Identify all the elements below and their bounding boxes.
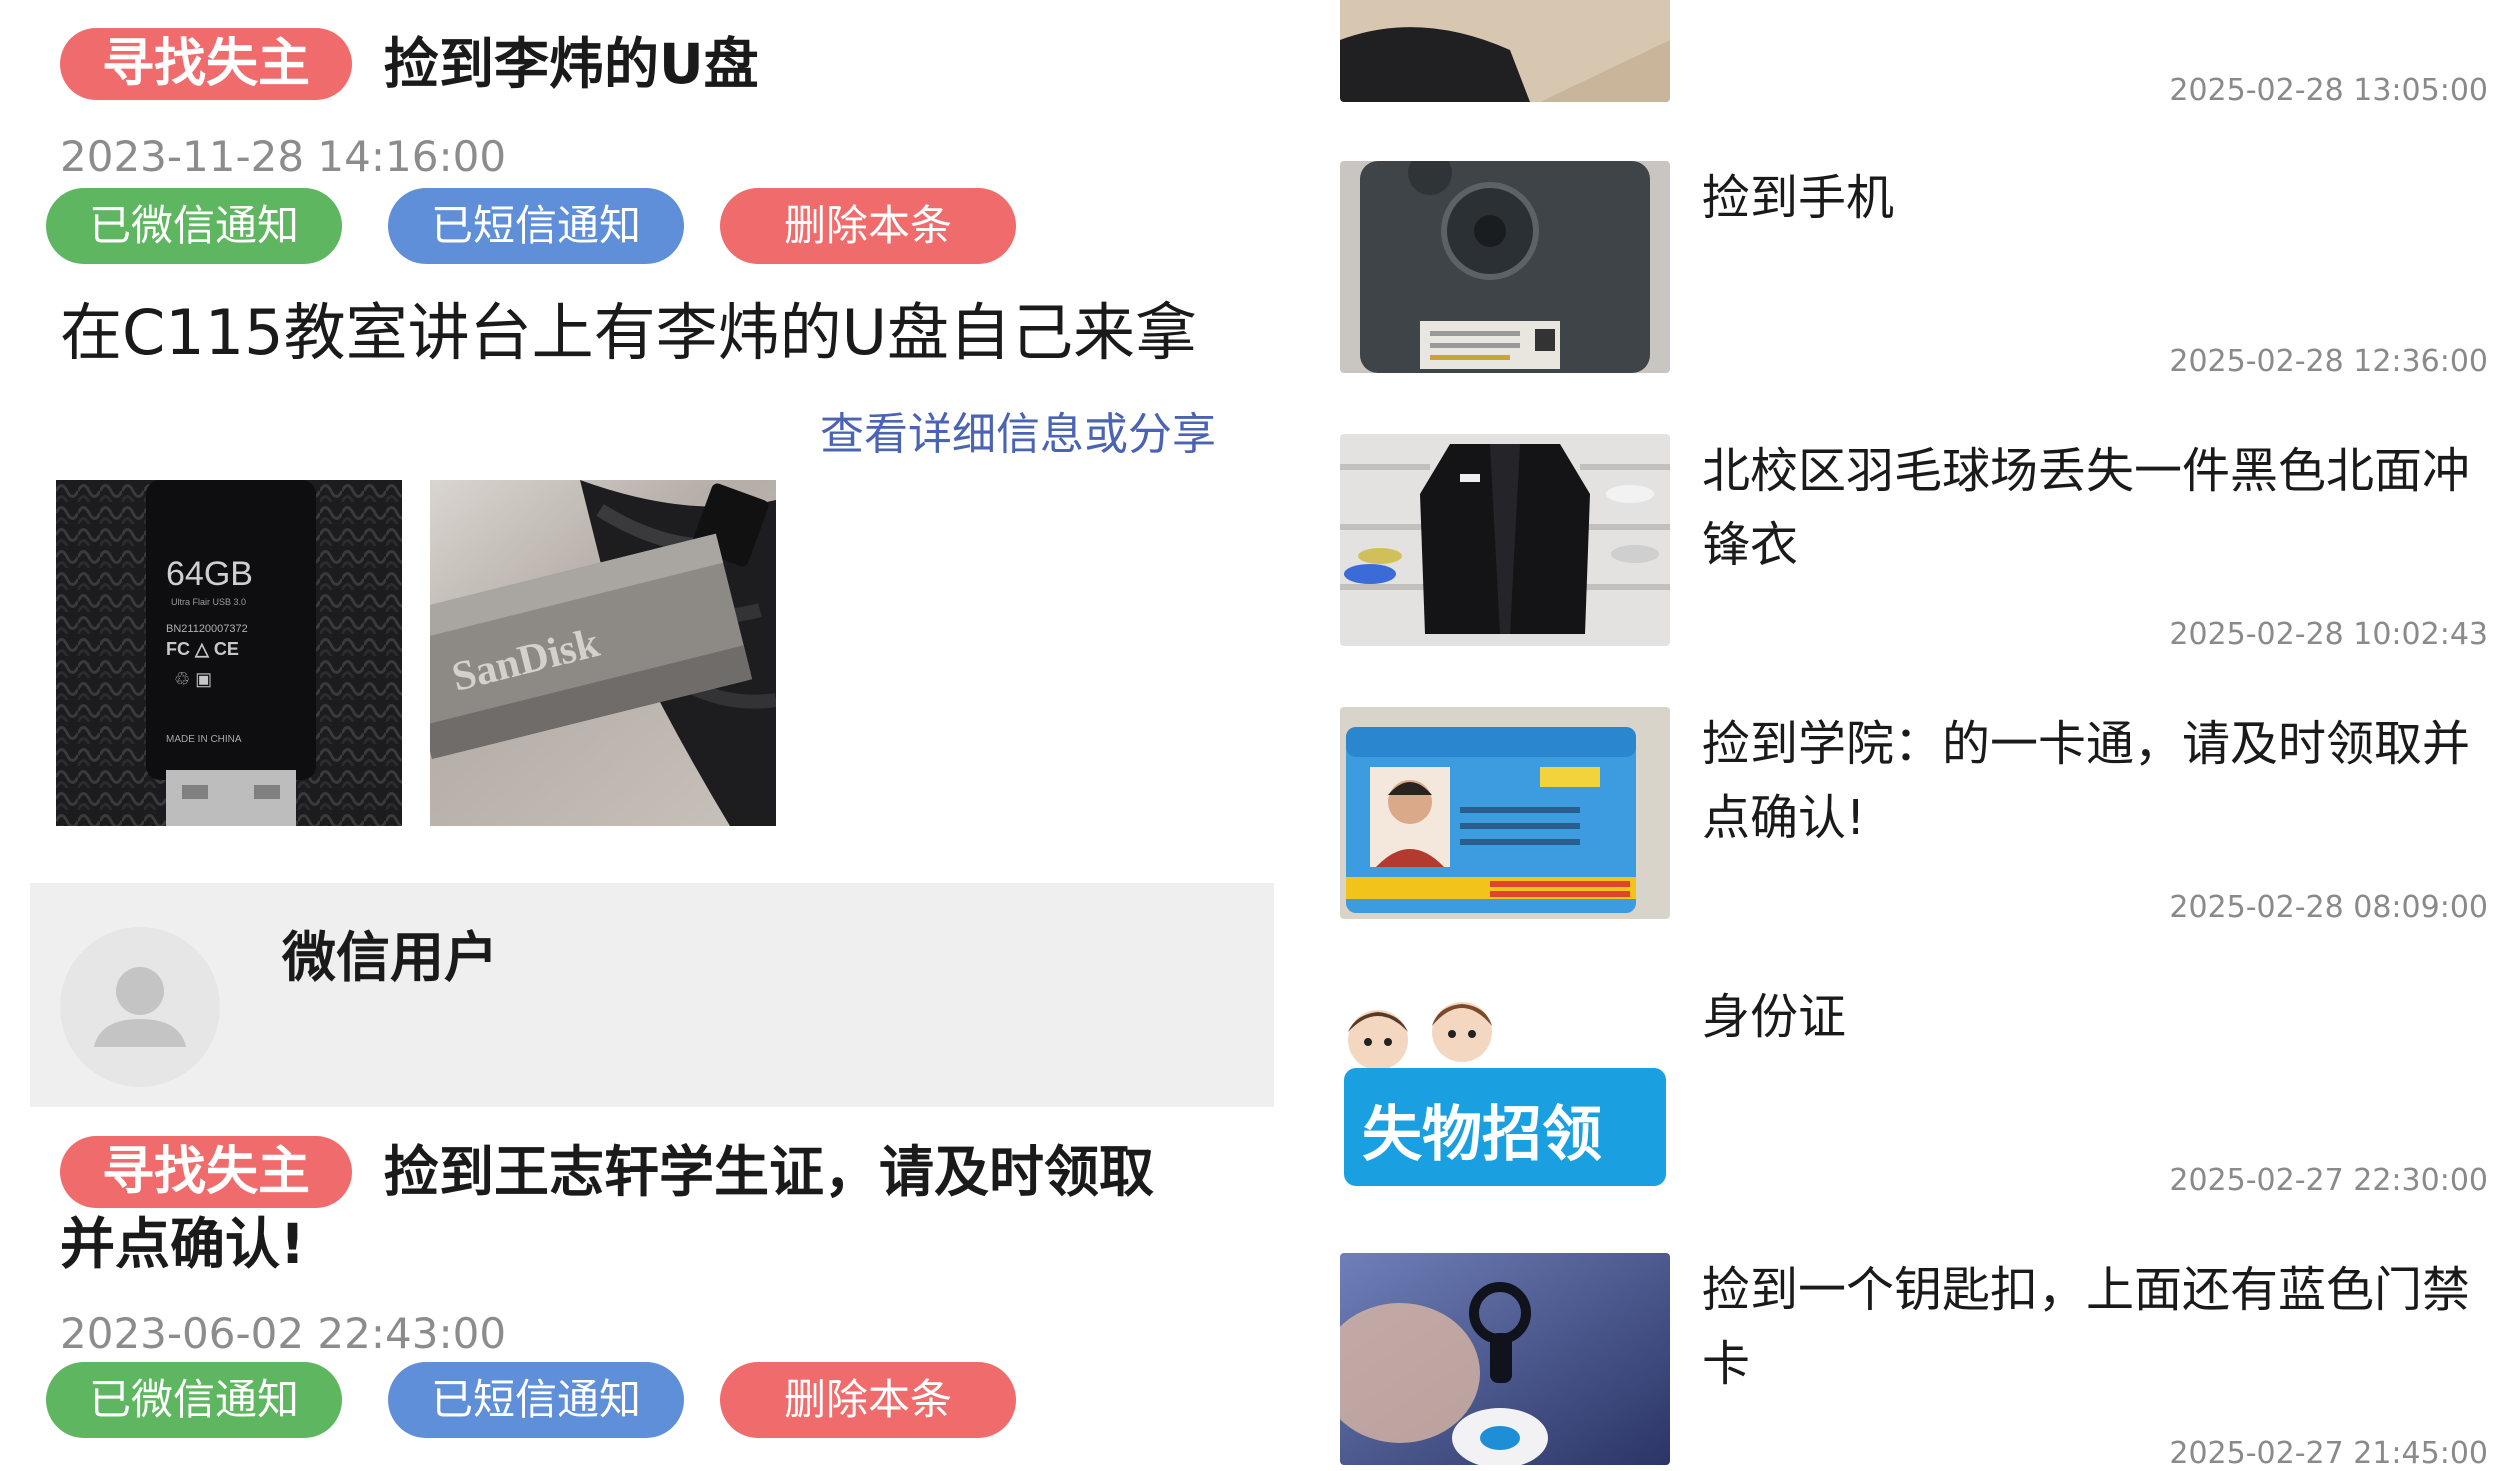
sandisk-usb-photo[interactable]: SanDisk bbox=[430, 480, 776, 826]
post-list: 寻找失主 捡到李炜的U盘 2023-11-28 14:16:00 已微信通知 已短… bbox=[0, 0, 1290, 1440]
post-title[interactable]: 捡到李炜的U盘 bbox=[384, 32, 759, 96]
user-name: 微信用户 bbox=[282, 926, 498, 989]
svg-text:FC △ CE: FC △ CE bbox=[166, 639, 239, 659]
default-avatar-icon bbox=[60, 927, 220, 1087]
item-photo bbox=[1340, 0, 1670, 102]
list-item[interactable]: 捡到一个钥匙扣，上面还有蓝色门禁卡 2025-02-27 21:45:00 bbox=[1340, 1253, 2508, 1471]
item-title: 北校区羽毛球场丢失一件黑色北面冲锋衣 bbox=[1702, 443, 2471, 573]
list-item[interactable]: 捡到学院：的一卡通，请及时领取并点确认! 2025-02-28 08:09:00 bbox=[1340, 707, 2508, 925]
user-card[interactable]: 微信用户 bbox=[30, 883, 1274, 1107]
post-header[interactable]: 寻找失主 捡到王志轩学生证，请及时领取并点确认! bbox=[60, 1136, 1200, 1280]
svg-text:BN21120007372: BN21120007372 bbox=[166, 623, 248, 635]
jacket-photo bbox=[1340, 434, 1670, 646]
find-owner-tag: 寻找失主 bbox=[60, 1136, 353, 1208]
svg-text:♲ ▣: ♲ ▣ bbox=[174, 669, 212, 689]
item-time: 2025-02-27 22:30:00 bbox=[2169, 1163, 2488, 1198]
item-title: 捡到学院：的一卡通，请及时领取并点确认! bbox=[1702, 716, 2471, 846]
item-title: 身份证 bbox=[1702, 989, 1847, 1045]
delete-post-button[interactable]: 删除本条 bbox=[720, 188, 1016, 264]
list-item[interactable]: 2025-02-28 13:05:00 bbox=[1340, 0, 2508, 108]
item-time: 2025-02-28 10:02:43 bbox=[2169, 617, 2488, 652]
view-detail-share-link[interactable]: 查看详细信息或分享 bbox=[820, 398, 1216, 462]
find-owner-tag: 寻找失主 bbox=[60, 28, 353, 100]
post-body: 在C115教室讲台上有李炜的U盘自己来拿 bbox=[60, 296, 1198, 369]
phone-photo bbox=[1340, 161, 1670, 373]
id-card-photo bbox=[1340, 707, 1670, 919]
wechat-notified-button[interactable]: 已微信通知 bbox=[46, 188, 342, 264]
delete-post-button[interactable]: 删除本条 bbox=[720, 1362, 1016, 1438]
wechat-notified-button[interactable]: 已微信通知 bbox=[46, 1362, 342, 1438]
keychain-photo bbox=[1340, 1253, 1670, 1465]
sms-notified-button[interactable]: 已短信通知 bbox=[388, 188, 684, 264]
item-time: 2025-02-27 21:45:00 bbox=[2169, 1436, 2488, 1471]
item-title: 捡到一个钥匙扣，上面还有蓝色门禁卡 bbox=[1702, 1262, 2471, 1392]
post-date: 2023-11-28 14:16:00 bbox=[60, 132, 507, 181]
svg-text:Ultra Flair USB 3.0: Ultra Flair USB 3.0 bbox=[171, 597, 246, 607]
post-date: 2023-06-02 22:43:00 bbox=[60, 1309, 507, 1358]
item-time: 2025-02-28 12:36:00 bbox=[2169, 344, 2488, 379]
svg-text:MADE IN CHINA: MADE IN CHINA bbox=[166, 734, 242, 745]
post-header[interactable]: 寻找失主 捡到李炜的U盘 bbox=[60, 28, 1200, 100]
list-item[interactable]: 捡到手机 2025-02-28 12:36:00 bbox=[1340, 161, 2508, 379]
item-time: 2025-02-28 08:09:00 bbox=[2169, 890, 2488, 925]
lost-found-banner-text: 失物招领 bbox=[1362, 1100, 1602, 1170]
list-item[interactable]: 北校区羽毛球场丢失一件黑色北面冲锋衣 2025-02-28 10:02:43 bbox=[1340, 434, 2508, 652]
item-title: 捡到手机 bbox=[1702, 170, 1895, 226]
usb-capacity-label: 64GB bbox=[166, 555, 253, 593]
lost-found-feed: 2025-02-28 13:05:00 捡到手机 2025-02-28 12:3… bbox=[1310, 0, 2508, 1471]
item-time: 2025-02-28 13:05:00 bbox=[2169, 73, 2488, 108]
list-item[interactable]: 失物招领 身份证 2025-02-27 22:30:00 bbox=[1340, 980, 2508, 1198]
sms-notified-button[interactable]: 已短信通知 bbox=[388, 1362, 684, 1438]
usb-drive-photo[interactable]: 64GB Ultra Flair USB 3.0 BN21120007372 F… bbox=[56, 480, 402, 826]
lost-found-banner: 失物招领 bbox=[1340, 980, 1670, 1192]
